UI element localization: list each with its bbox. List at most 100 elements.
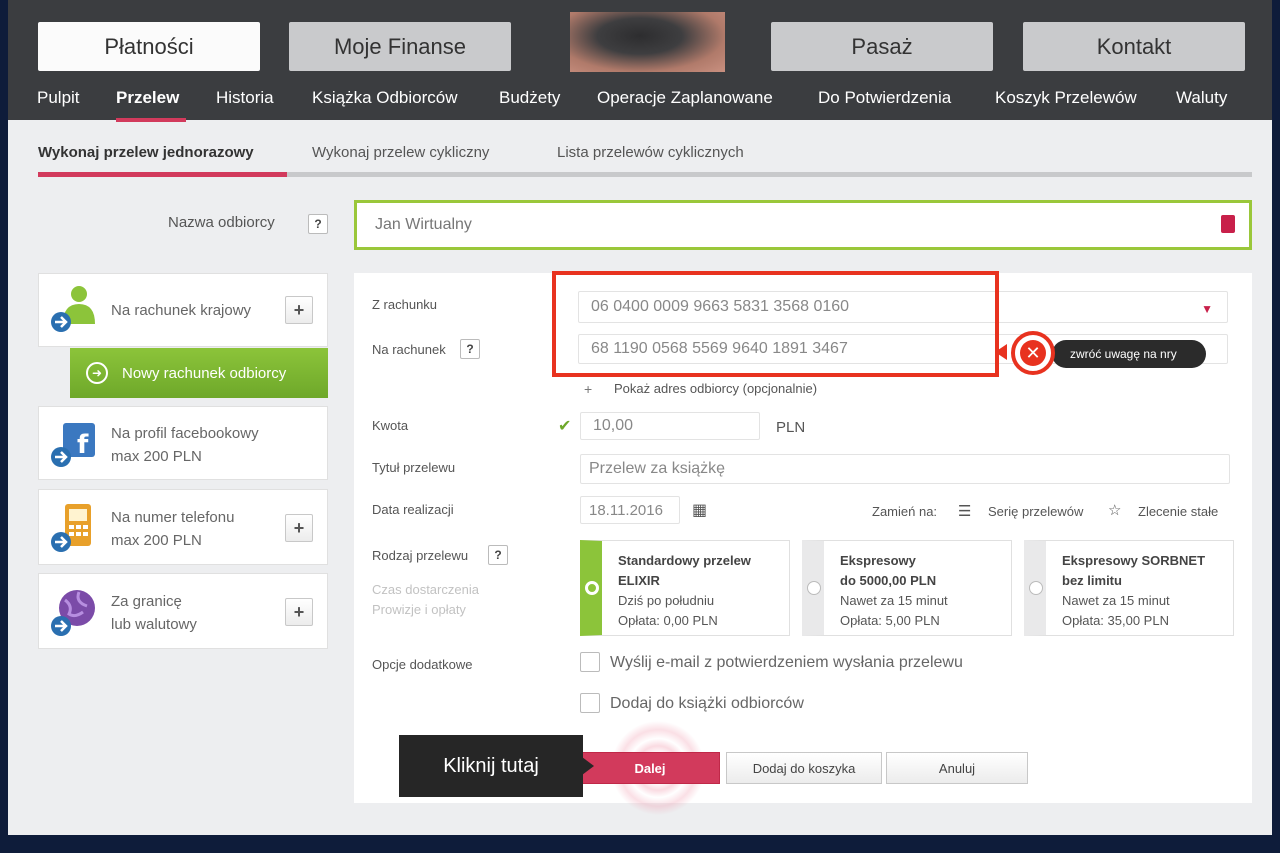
svg-text:f: f [77,430,89,460]
top-tab-platnosci[interactable]: Płatności [38,22,260,71]
transfer-type-label: Rodzaj przelewu [372,548,469,563]
add-to-cart-button[interactable]: Dodaj do koszyka [726,752,882,784]
express-time: Nawet za 15 minut [840,593,948,608]
calendar-icon[interactable]: ▦ [692,500,707,520]
radio-sorbnet[interactable] [1029,581,1043,595]
subnav-koszyk-przelewow[interactable]: Koszyk Przelewów [995,88,1137,108]
person-add-icon [49,284,97,334]
sidebar-domestic-transfer[interactable]: Na rachunek krajowy + [38,273,328,347]
radio-standard[interactable] [585,581,599,595]
sorbnet-time: Nawet za 15 minut [1062,593,1170,608]
amount-input[interactable]: 10,00 [580,412,760,440]
standing-order-link[interactable]: Zlecenie stałe [1138,504,1218,519]
add-phone-button[interactable]: + [285,514,313,542]
standard-fee: Opłata: 0,00 PLN [618,613,718,628]
show-address-link[interactable]: Pokaż adres odbiorcy (opcjonalnie) [614,381,817,396]
sidebar-abroad-transfer[interactable]: Za granicę lub walutowy + [38,573,328,649]
amount-value: 10,00 [593,417,634,434]
email-confirmation-checkbox[interactable] [580,652,600,672]
email-confirmation-label: Wyślij e-mail z potwierdzeniem wysłania … [610,654,963,671]
express-details: Nawet za 15 minut Opłata: 5,00 PLN [840,591,948,631]
recipient-name-label: Nazwa odbiorcy [168,214,275,231]
standard-title: Standardowy przelew ELIXIR [618,551,751,591]
from-account-label: Z rachunku [372,297,438,312]
subnav-waluty[interactable]: Waluty [1176,88,1227,108]
tab-one-time-transfer[interactable]: Wykonaj przelew jednorazowy [38,144,254,161]
express-fee: Opłata: 5,00 PLN [840,613,940,628]
subnav-budzety[interactable]: Budżety [499,88,560,108]
transfer-type-standard[interactable]: Standardowy przelew ELIXIR Dziś po połud… [580,540,790,636]
transfer-type-sorbnet[interactable]: Ekspresowy SORBNET bez limitu Nawet za 1… [1024,540,1234,636]
app-window: Płatności Moje Finanse Pasaż Kontakt Pul… [8,0,1272,835]
standard-time: Dziś po południu [618,593,715,608]
title-value: Przelew za książkę [589,460,726,477]
standard-details: Dziś po południu Opłata: 0,00 PLN [618,591,718,631]
fees-label: Prowizje i opłaty [372,602,466,617]
sidebar-phone-line2: max 200 PLN [111,532,202,549]
add-to-book-checkbox[interactable] [580,693,600,713]
tab-recurring-transfer[interactable]: Wykonaj przelew cykliczny [312,144,489,161]
extra-options-label: Opcje dodatkowe [372,657,473,672]
warning-pointer [995,344,1007,360]
add-domestic-button[interactable]: + [285,296,313,324]
click-here-pointer [582,757,594,775]
plus-small-icon[interactable]: + [584,381,592,397]
star-icon[interactable]: ☆ [1108,501,1121,519]
top-bar: Płatności Moje Finanse Pasaż Kontakt Pul… [8,0,1272,122]
sidebar-phone-transfer[interactable]: Na numer telefonu max 200 PLN + [38,489,328,565]
list-icon[interactable]: ☰ [958,502,971,520]
title-input[interactable]: Przelew za książkę [580,454,1230,484]
subnav-do-potwierdzenia[interactable]: Do Potwierdzenia [818,88,951,108]
title-label: Tytuł przelewu [372,460,456,475]
subnav-ksiazka-odbiorcow[interactable]: Książka Odbiorców [312,88,458,108]
tab-recurring-list[interactable]: Lista przelewów cyklicznych [557,144,744,161]
chevron-down-icon: ▼ [1201,302,1213,316]
new-recipient-account-button[interactable]: ➜ Nowy rachunek odbiorcy [70,348,328,398]
recipient-name-input[interactable] [357,203,1249,247]
express-title: Ekspresowy do 5000,00 PLN [840,551,936,591]
subnav-przelew[interactable]: Przelew [116,88,179,108]
sidebar-facebook-line1: Na profil facebookowy [111,425,259,442]
recipient-name-field [354,200,1252,250]
check-icon: ✔ [558,418,572,435]
date-label: Data realizacji [372,502,454,517]
to-account-label: Na rachunek [372,342,446,357]
series-link[interactable]: Serię przelewów [988,504,1083,519]
transfer-type-express[interactable]: Ekspresowy do 5000,00 PLN Nawet za 15 mi… [802,540,1012,636]
express-title1: Ekspresowy [840,553,916,568]
top-tab-moje-finanse[interactable]: Moje Finanse [289,22,511,71]
globe-icon [49,586,97,638]
add-abroad-button[interactable]: + [285,598,313,626]
address-book-icon[interactable] [1221,215,1235,233]
sidebar-facebook-line2: max 200 PLN [111,448,202,465]
banner-image [570,12,725,72]
delivery-time-label: Czas dostarczenia [372,582,479,597]
to-account-help-icon[interactable]: ? [460,339,480,359]
date-value: 18.11.2016 [589,501,663,519]
subnav-pulpit[interactable]: Pulpit [37,88,80,108]
next-button[interactable]: Dalej [580,752,720,784]
facebook-icon: f [49,419,97,469]
subnav-historia[interactable]: Historia [216,88,274,108]
swap-label: Zamień na: [872,504,938,519]
radio-express[interactable] [807,581,821,595]
tab-active-indicator [38,172,287,177]
sidebar-facebook-transfer[interactable]: f Na profil facebookowy max 200 PLN [38,406,328,480]
warning-x-icon: ✕ [1011,331,1055,375]
phone-icon [49,500,97,554]
currency-label: PLN [776,419,806,436]
date-input[interactable]: 18.11.2016 [580,496,680,524]
subnav-operacje-zaplanowane[interactable]: Operacje Zaplanowane [597,88,773,108]
click-here-callout: Kliknij tutaj [399,735,583,797]
transfer-type-help-icon[interactable]: ? [488,545,508,565]
sidebar-abroad-line2: lub walutowy [111,616,197,633]
warning-tooltip: zwróć uwagę na nry [1052,340,1206,368]
cancel-button[interactable]: Anuluj [886,752,1028,784]
top-tab-pasaz[interactable]: Pasaż [771,22,993,71]
sorbnet-title2: bez limitu [1062,573,1122,588]
amount-label: Kwota [372,418,409,433]
recipient-help-icon[interactable]: ? [308,214,328,234]
top-tab-kontakt[interactable]: Kontakt [1023,22,1245,71]
sidebar-domestic-label: Na rachunek krajowy [111,302,252,319]
add-to-book-label: Dodaj do książki odbiorców [610,695,804,712]
